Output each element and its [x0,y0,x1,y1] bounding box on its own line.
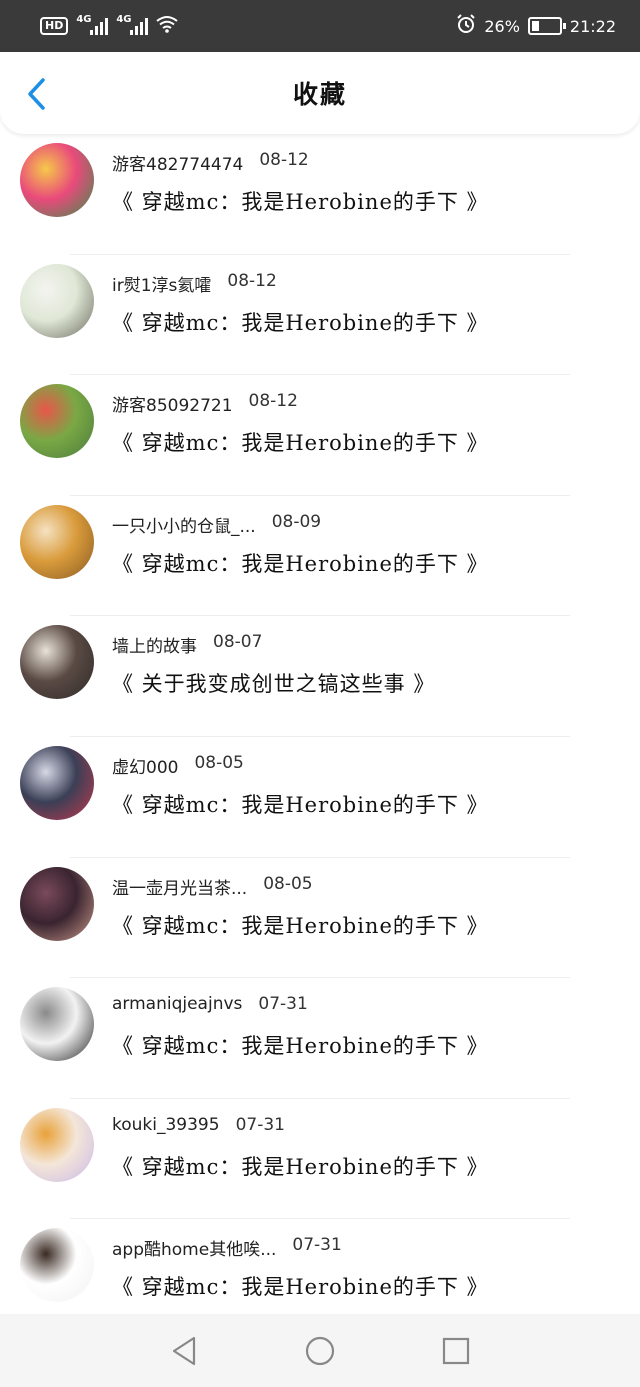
book-title[interactable]: 《 穿越mc：我是Herobine的手下 》 [112,186,489,216]
item-meta: ir熨1淳s氦嚯 08-12 [112,271,277,296]
item-meta: 游客85092721 08-12 [112,391,298,416]
date: 07-31 [292,1235,342,1256]
back-button[interactable] [18,76,54,112]
date: 08-05 [263,873,313,894]
date: 07-31 [235,1114,285,1135]
item-meta: app酷home其他唉... 07-31 [112,1235,342,1260]
network-type-label: 4G [116,14,132,25]
date: 08-09 [271,511,322,532]
status-right: 26% 21:22 [456,14,616,38]
battery-percent: 26% [484,16,520,36]
signal-icon-1: 4G [76,14,109,35]
username: 虚幻000 [112,757,179,778]
date: 07-31 [258,994,308,1015]
date: 08-12 [259,150,309,170]
favorites-list: 游客482774474 08-12 《 穿越mc：我是Herobine的手下 》 ir… [0,134,640,1340]
username: app酷home其他唉... [112,1240,277,1261]
avatar[interactable] [20,866,94,941]
book-title[interactable]: 《 穿越mc：我是Herobine的手下 》 [112,548,489,578]
avatar[interactable] [20,143,94,217]
avatar[interactable] [20,625,94,700]
recents-square-icon [442,1337,470,1364]
network-type-label: 4G [76,14,92,25]
list-item[interactable]: 虚幻000 08-05 《 穿越mc：我是Herobine的手下 》 [0,737,640,858]
book-title[interactable]: 《 关于我变成创世之镐这些事 》 [112,668,435,698]
wifi-icon [156,15,178,37]
avatar[interactable] [20,384,94,459]
avatar[interactable] [20,504,94,579]
list-item[interactable]: armaniqjeajnvs 07-31 《 穿越mc：我是Herobine的手下 … [0,978,640,1099]
book-title[interactable]: 《 穿越mc：我是Herobine的手下 》 [112,1271,489,1301]
book-title[interactable]: 《 穿越mc：我是Herobine的手下 》 [112,307,489,337]
nav-back-button[interactable] [166,1333,202,1369]
avatar[interactable] [20,1107,94,1182]
book-title[interactable]: 《 穿越mc：我是Herobine的手下 》 [112,910,489,940]
list-item[interactable]: 游客85092721 08-12 《 穿越mc：我是Herobine的手下 》 [0,375,640,496]
clock: 21:22 [569,16,616,36]
avatar[interactable] [20,745,94,820]
book-title[interactable]: 《 穿越mc：我是Herobine的手下 》 [112,789,489,819]
status-left: HD 4G 4G [40,14,178,37]
date: 08-12 [248,391,298,412]
avatar[interactable] [20,987,94,1062]
list-item[interactable]: 一只小小的仓鼠_... 08-09 《 穿越mc：我是Herobine的手下 》 [0,496,640,617]
back-triangle-icon [172,1336,196,1365]
item-meta: 虚幻000 08-05 [112,753,244,778]
page-title: 收藏 [292,80,347,109]
status-bar: HD 4G 4G 26% 21:22 [0,0,640,52]
system-nav-bar [0,1314,640,1387]
list-item[interactable]: kouki_39395 07-31 《 穿越mc：我是Herobine的手下 》 [0,1099,640,1220]
avatar[interactable] [20,1228,94,1303]
item-meta: 一只小小的仓鼠_... 08-09 [112,512,321,537]
item-meta: armaniqjeajnvs 07-31 [112,994,308,1014]
chevron-left-icon [28,78,45,110]
username: kouki_39395 [112,1114,220,1135]
battery-icon [527,17,566,35]
date: 08-05 [194,752,244,773]
list-item[interactable]: 温一壶月光当茶... 08-05 《 穿越mc：我是Herobine的手下 》 [0,858,640,979]
date: 08-12 [227,270,277,291]
home-circle-icon [305,1336,335,1365]
username: 游客85092721 [112,396,233,417]
book-title[interactable]: 《 穿越mc：我是Herobine的手下 》 [112,1030,489,1060]
nav-recents-button[interactable] [438,1333,474,1369]
book-title[interactable]: 《 穿越mc：我是Herobine的手下 》 [112,427,489,457]
date: 08-07 [213,632,263,653]
username: 墙上的故事 [112,637,197,658]
username: 一只小小的仓鼠_... [112,516,256,537]
list-item[interactable]: 游客482774474 08-12 《 穿越mc：我是Herobine的手下 》 [0,134,640,255]
avatar[interactable] [20,263,94,338]
list-item[interactable]: ir熨1淳s氦嚯 08-12 《 穿越mc：我是Herobine的手下 》 [0,255,640,376]
nav-home-button[interactable] [302,1333,338,1369]
item-meta: 墙上的故事 08-07 [112,632,262,657]
username: armaniqjeajnvs [112,994,243,1015]
username: ir熨1淳s氦嚯 [112,275,212,296]
username: 温一壶月光当茶... [112,878,248,899]
item-meta: 温一壶月光当茶... 08-05 [112,874,313,899]
list-item[interactable]: 墙上的故事 08-07 《 关于我变成创世之镐这些事 》 [0,616,640,737]
book-title[interactable]: 《 穿越mc：我是Herobine的手下 》 [112,1151,489,1181]
signal-icon-2: 4G [116,14,149,35]
alarm-icon [456,14,476,38]
item-meta: kouki_39395 07-31 [112,1115,285,1135]
app-header: 收藏 [0,52,640,134]
hd-badge: HD [40,17,69,35]
item-meta: 游客482774474 08-12 [112,150,309,175]
username: 游客482774474 [112,155,244,175]
